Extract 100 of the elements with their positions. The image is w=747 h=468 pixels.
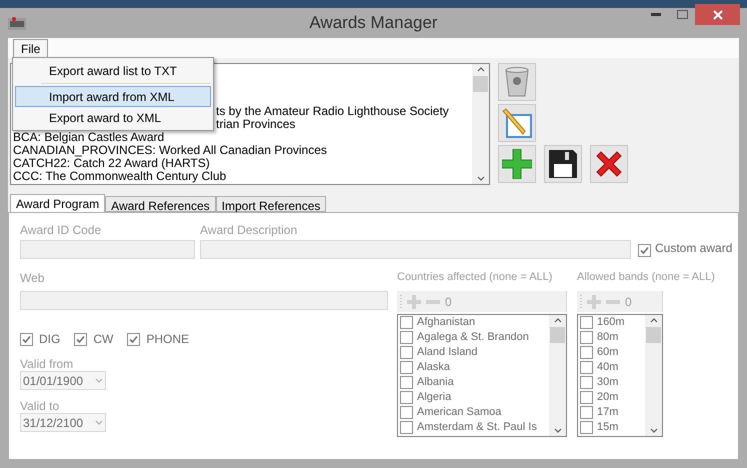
list-item-label[interactable]: American Samoa	[417, 404, 502, 421]
tab[interactable]: Award References	[105, 196, 216, 212]
award-list-item[interactable]: CANADIAN_PROVINCES: Worked All Canadian Provinces	[13, 144, 327, 157]
list-item-label[interactable]: Albania	[417, 374, 454, 391]
award-list-item[interactable]: CATCH22: Catch 22 Award (HARTS)	[13, 157, 210, 170]
checkbox-label: Custom award	[655, 240, 732, 257]
checkbox[interactable]	[74, 332, 88, 346]
list-item-label[interactable]: Algeria	[417, 389, 452, 406]
field-label: Valid to	[20, 398, 60, 411]
maximize-icon	[676, 10, 688, 18]
chevron-down-icon	[95, 420, 103, 425]
cancel-button[interactable]	[590, 145, 628, 183]
list-item-label[interactable]: Amsterdam & St. Paul Is	[417, 419, 537, 436]
scrollbar-thumb[interactable]	[473, 76, 488, 92]
checkbox-label: PHONE	[146, 331, 190, 348]
list-item-label[interactable]: Aland Island	[417, 344, 478, 361]
checkbox[interactable]	[400, 331, 413, 344]
check-icon	[22, 334, 31, 344]
list-item-label[interactable]: 60m	[597, 344, 618, 361]
checkbox[interactable]	[400, 316, 413, 329]
date-picker[interactable]: 01/01/1900	[20, 371, 106, 390]
checkbox[interactable]	[400, 361, 413, 374]
checkbox[interactable]	[580, 331, 593, 344]
award-list-item[interactable]: ts by the Amateur Radio Lighthouse Society	[216, 105, 449, 118]
chevron-up-icon	[476, 67, 484, 72]
list-item-label[interactable]: 40m	[597, 359, 618, 376]
tab[interactable]: Import References	[216, 196, 326, 212]
award-id-field[interactable]	[20, 240, 195, 259]
checkbox[interactable]	[400, 346, 413, 359]
close-icon	[712, 10, 722, 20]
chevron-down-icon	[554, 428, 562, 433]
menu-option[interactable]: Export award to XML	[15, 107, 211, 128]
award-list-item[interactable]: BCA: Belgian Castles Award	[13, 131, 164, 144]
field-label: Award ID Code	[20, 222, 102, 237]
trash-bin-icon	[504, 67, 530, 97]
checkbox[interactable]	[580, 316, 593, 329]
scrollbar[interactable]	[645, 315, 662, 436]
check-icon	[76, 334, 86, 344]
chevron-down-icon	[650, 428, 658, 433]
check-icon	[640, 246, 649, 255]
delete-button[interactable]	[498, 63, 536, 101]
checkbox[interactable]	[580, 346, 593, 359]
menu-option[interactable]: Export award list to TXT	[15, 60, 211, 81]
selection-count: 0	[445, 294, 452, 310]
list-item-label[interactable]: 160m	[597, 315, 625, 331]
save-button[interactable]	[544, 145, 582, 183]
award-list-item[interactable]: trian Provinces	[216, 118, 296, 131]
list-item-label[interactable]: 80m	[597, 329, 618, 346]
field-label: Award Description	[200, 222, 298, 237]
checkbox[interactable]	[580, 391, 593, 404]
list-item-label[interactable]: 15m	[597, 419, 618, 436]
list-item-label[interactable]: Agalega & St. Brandon	[417, 329, 529, 346]
minimize-icon	[651, 12, 661, 16]
list-item-label[interactable]: 30m	[597, 374, 618, 391]
web-field[interactable]	[20, 291, 388, 310]
checkbox[interactable]	[20, 332, 33, 346]
scrollbar-thumb[interactable]	[646, 327, 661, 343]
list-item-label[interactable]: 20m	[597, 389, 618, 406]
plus-icon	[502, 149, 532, 179]
field-label: Valid from	[20, 356, 74, 369]
checkbox[interactable]	[400, 391, 413, 404]
date-picker[interactable]: 31/12/2100	[20, 413, 106, 432]
add-button[interactable]	[498, 145, 536, 183]
list-item-label[interactable]: Afghanistan	[417, 315, 476, 331]
selection-count: 0	[625, 294, 632, 310]
menu-item[interactable]: File	[13, 39, 48, 58]
list-item-label[interactable]: Alaska	[417, 359, 450, 376]
checkbox[interactable]	[400, 376, 413, 389]
checkbox[interactable]	[127, 332, 140, 346]
close-button[interactable]	[695, 4, 740, 25]
checkbox[interactable]	[580, 421, 593, 434]
checkbox[interactable]	[580, 361, 593, 374]
award-description-field[interactable]	[200, 240, 631, 259]
notepad-pencil-icon	[501, 107, 533, 139]
checkbox[interactable]	[400, 406, 413, 419]
tab[interactable]: Award Program	[10, 194, 106, 212]
checkbox[interactable]	[638, 244, 651, 257]
list-label: Allowed bands (none = ALL)	[577, 270, 715, 285]
award-list-item[interactable]: CCC: The Commonwealth Century Club	[13, 170, 226, 183]
list-label: Countries affected (none = ALL)	[397, 270, 552, 285]
scrollbar[interactable]	[472, 64, 489, 184]
chevron-down-icon	[476, 176, 484, 181]
list-item-label[interactable]: 17m	[597, 404, 618, 421]
cross-icon	[594, 149, 624, 179]
check-icon	[129, 334, 138, 344]
checkbox[interactable]	[580, 406, 593, 419]
chevron-up-icon	[650, 318, 658, 323]
scrollbar[interactable]	[549, 315, 566, 436]
checkbox-label: CW	[93, 331, 114, 348]
checkbox[interactable]	[400, 421, 413, 434]
app-logo-icon	[8, 16, 26, 30]
window-title: Awards Manager	[309, 12, 438, 34]
chevron-up-icon	[554, 318, 562, 323]
field-label: Web	[20, 270, 46, 285]
scrollbar-thumb[interactable]	[550, 327, 565, 343]
edit-button[interactable]	[498, 104, 536, 142]
menu-option[interactable]: Import award from XML	[15, 86, 211, 107]
chevron-down-icon	[95, 378, 103, 383]
checkbox-label: DIG	[39, 331, 60, 348]
checkbox[interactable]	[580, 376, 593, 389]
